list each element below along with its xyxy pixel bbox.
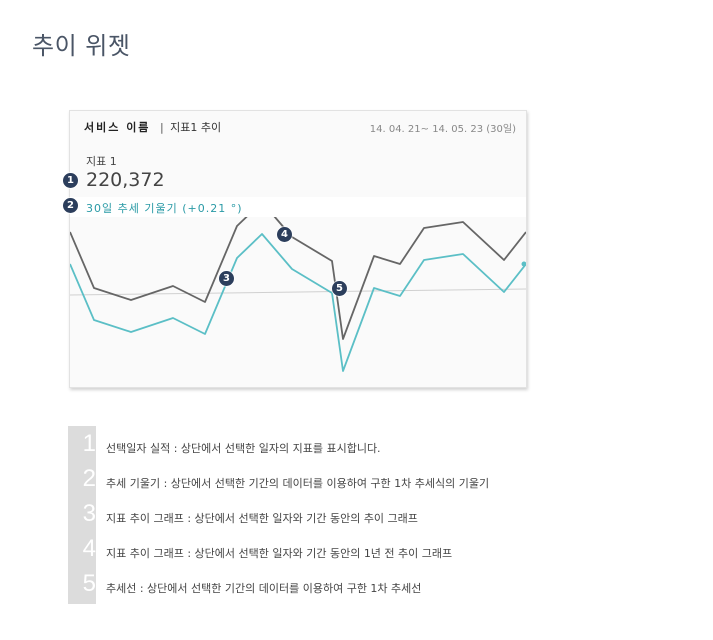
trend-chart <box>70 201 526 372</box>
trend-widget: 서비스 이름 | 지표1 추이 14. 04. 21~ 14. 05. 23 (… <box>69 110 527 388</box>
legend-text: 추세 기울기 : 상단에서 선택한 기간의 데이터를 이용하여 구한 1차 추세… <box>106 477 490 490</box>
legend-text: 선택일자 실적 : 상단에서 선택한 일자의 지표를 표시합니다. <box>106 442 381 455</box>
widget-header: 서비스 이름 | 지표1 추이 14. 04. 21~ 14. 05. 23 (… <box>84 119 516 135</box>
legend-number: 4 <box>82 535 96 562</box>
header-separator: | <box>159 121 164 134</box>
legend-text: 지표 추이 그래프 : 상단에서 선택한 일자와 기간 동안의 1년 전 추이 … <box>106 547 453 560</box>
metric-label: 지표 1 <box>86 155 117 168</box>
legend-item: 1 선택일자 실적 : 상단에서 선택한 일자의 지표를 표시합니다. <box>68 428 608 462</box>
slope-label: 30일 추세 기울기 (+0.21 °) <box>86 202 243 215</box>
legend-text: 추세선 : 상단에서 선택한 기간의 데이터를 이용하여 구한 1차 추세선 <box>106 582 422 595</box>
legend-item: 3 지표 추이 그래프 : 상단에서 선택한 일자와 기간 동안의 추이 그래프 <box>68 498 608 532</box>
date-range: 14. 04. 21~ 14. 05. 23 (30일) <box>369 124 516 135</box>
legend-number: 2 <box>82 465 96 492</box>
callout-badge-3: 3 <box>219 271 234 286</box>
prev-year-line <box>70 201 526 340</box>
legend-number: 1 <box>82 430 96 457</box>
service-name: 서비스 이름 <box>84 121 151 134</box>
callout-badge-1: 1 <box>63 173 78 188</box>
metric-subtitle: 지표1 추이 <box>170 121 222 134</box>
callout-badge-4: 4 <box>277 227 292 242</box>
metric-value: 220,372 <box>86 169 165 191</box>
legend-number: 3 <box>82 500 96 527</box>
legend-item: 4 지표 추이 그래프 : 상단에서 선택한 일자와 기간 동안의 1년 전 추… <box>68 533 608 567</box>
current-line-end-marker <box>521 261 526 267</box>
legend-text: 지표 추이 그래프 : 상단에서 선택한 일자와 기간 동안의 추이 그래프 <box>106 512 418 525</box>
legend-item: 2 추세 기울기 : 상단에서 선택한 기간의 데이터를 이용하여 구한 1차 … <box>68 463 608 497</box>
trend-line <box>70 288 526 296</box>
callout-badge-5: 5 <box>332 281 347 296</box>
legend-number: 5 <box>82 570 96 597</box>
callout-badge-2: 2 <box>63 198 78 213</box>
page-title: 추이 위젯 <box>32 32 131 60</box>
legend-item: 5 추세선 : 상단에서 선택한 기간의 데이터를 이용하여 구한 1차 추세선 <box>68 568 608 602</box>
current-line <box>70 233 526 372</box>
